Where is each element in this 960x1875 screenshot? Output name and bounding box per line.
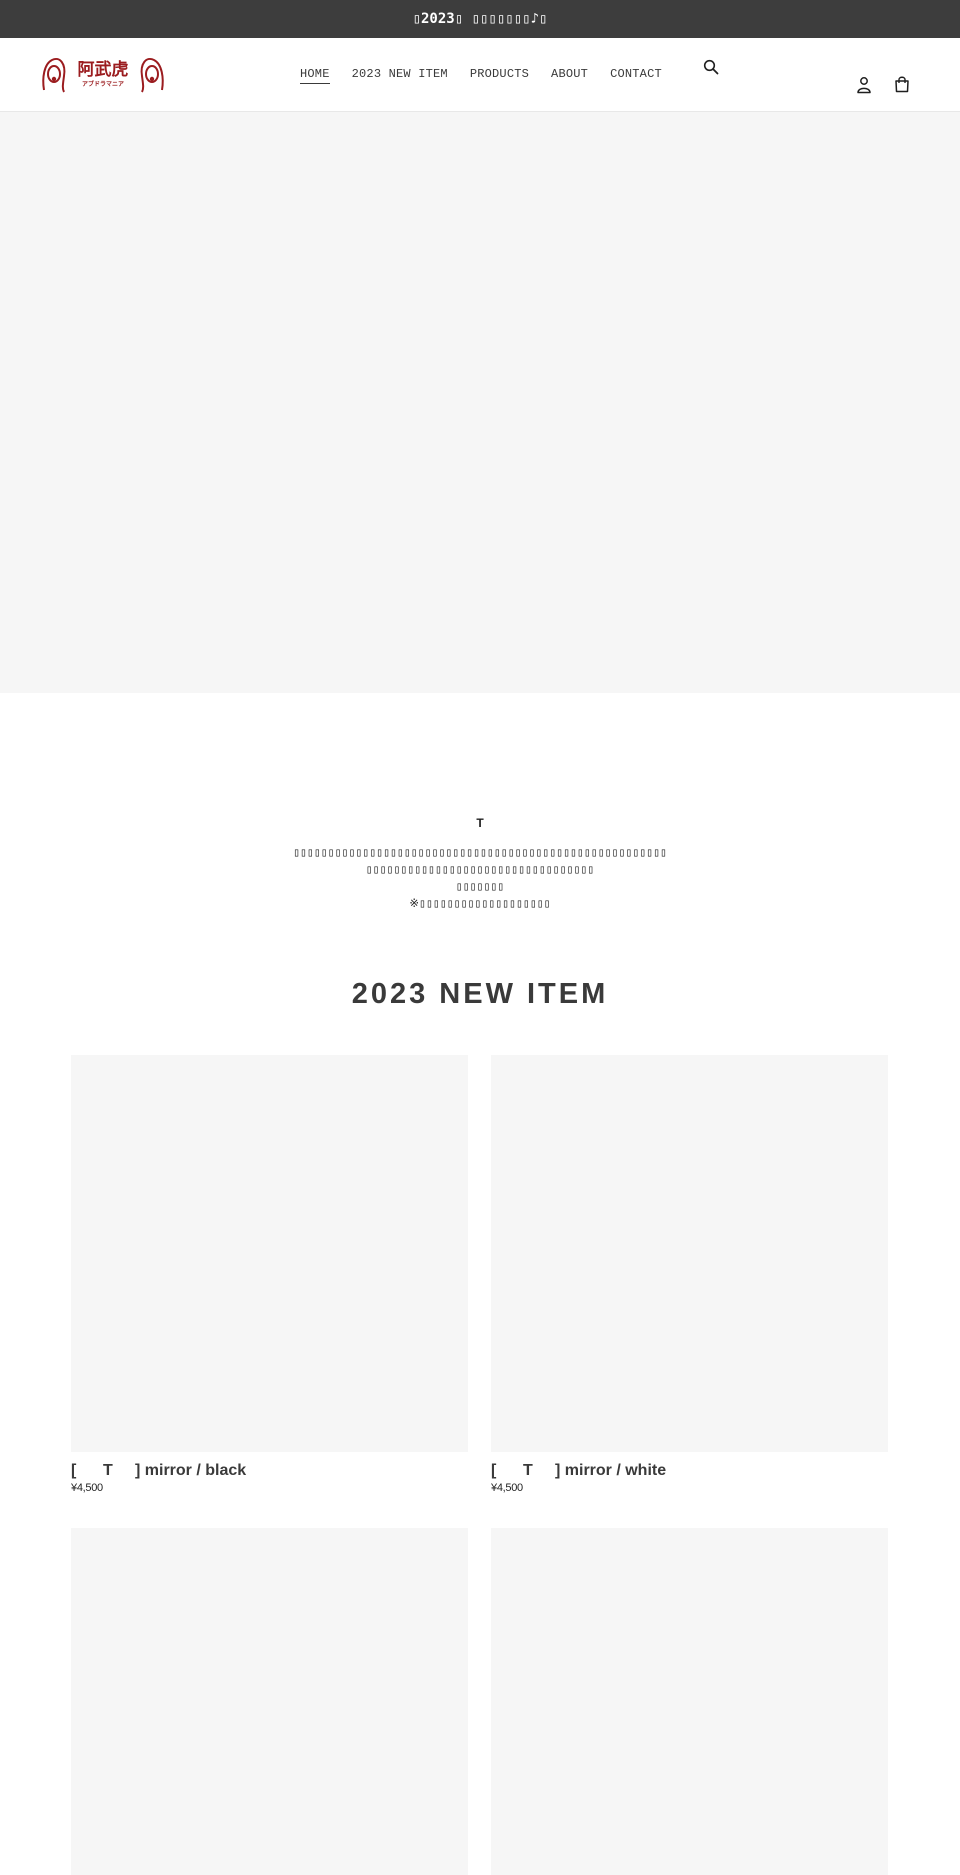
intro-line: ▯▯▯▯▯▯▯ [455,879,505,893]
intro-section: T ▯▯▯▯▯▯▯▯▯▯▯▯▯▯▯▯▯▯▯▯▯▯▯▯▯▯▯▯▯▯▯▯▯▯▯▯▯▯… [0,816,960,912]
search-button[interactable] [699,55,723,79]
nav-item-home[interactable]: HOME [300,67,330,84]
product-image[interactable] [71,1055,468,1452]
main-nav: HOME 2023 NEW ITEM PRODUCTS ABOUT CONTAC… [300,67,662,84]
site-logo[interactable]: 阿武虎 アブドラマニア [40,54,166,94]
product-grid: [ T ] mirror / black ¥4,500 [ T ] mirror… [71,1055,888,1875]
product-card[interactable] [71,1528,468,1875]
cart-icon [895,76,909,93]
product-title[interactable]: [ T ] mirror / black [71,1462,468,1480]
product-image[interactable] [71,1528,468,1875]
site-header: 阿武虎 アブドラマニア HOME 2023 NEW ITEM PRODUCTS … [0,38,960,112]
logo-image: 阿武虎 アブドラマニア [42,58,164,93]
nav-item-about[interactable]: ABOUT [551,67,588,84]
logo-wordmark: 阿武虎 [78,59,129,80]
intro-title: T [476,816,484,830]
nav-item-2023-new-item[interactable]: 2023 NEW ITEM [352,67,448,84]
product-price: ¥4,500 [71,1482,103,1494]
product-card[interactable]: [ T ] mirror / white ¥4,500 [491,1055,888,1494]
cart-button[interactable] [890,72,914,96]
product-price: ¥4,500 [491,1482,523,1494]
product-image[interactable] [491,1055,888,1452]
product-title[interactable]: [ T ] mirror / white [491,1462,888,1480]
intro-text: ▯▯▯▯▯▯▯▯▯▯▯▯▯▯▯▯▯▯▯▯▯▯▯▯▯▯▯▯▯▯▯▯▯▯▯▯▯▯▯▯… [200,844,760,912]
search-icon [703,59,719,75]
announcement-text: ▯2023▯ ▯▯▯▯▯▯▯♪▯ [412,11,548,27]
account-button[interactable] [852,73,876,97]
nav-item-products[interactable]: PRODUCTS [470,67,529,84]
intro-line: ※▯▯▯▯▯▯▯▯▯▯▯▯▯▯▯▯▯▯▯ [409,896,551,910]
nav-item-contact[interactable]: CONTACT [610,67,662,84]
product-image[interactable] [491,1528,888,1875]
section-title: 2023 NEW ITEM [351,978,609,1010]
product-card[interactable] [491,1528,888,1875]
hero-banner [0,112,960,693]
product-card[interactable]: [ T ] mirror / black ¥4,500 [71,1055,468,1494]
intro-line: ▯▯▯▯▯▯▯▯▯▯▯▯▯▯▯▯▯▯▯▯▯▯▯▯▯▯▯▯▯▯▯▯▯▯▯▯▯▯▯▯… [293,845,667,876]
announcement-bar: ▯2023▯ ▯▯▯▯▯▯▯♪▯ [0,0,960,38]
account-icon [857,77,871,94]
logo-subtext: アブドラマニア [82,80,124,88]
